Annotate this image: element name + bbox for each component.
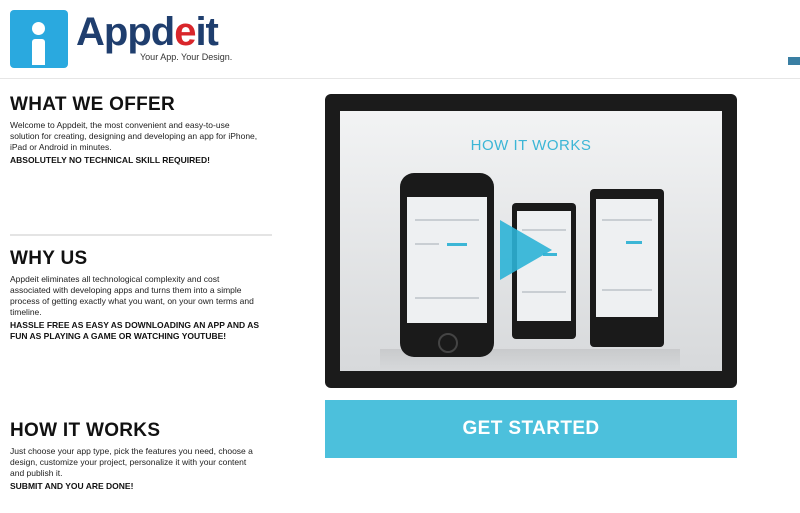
video-player[interactable]: HOW IT WORKS (325, 94, 737, 388)
section-highlight: HASSLE FREE AS EASY AS DOWNLOADING AN AP… (10, 320, 260, 341)
section-highlight: SUBMIT AND YOU ARE DONE! (10, 481, 134, 491)
appdeit-logo[interactable]: Appdeit Your App. Your Design. (8, 6, 248, 70)
section-body: Appdeit eliminates all technological com… (10, 274, 254, 317)
section-title: HOW IT WORKS (10, 420, 161, 441)
person-icon (10, 10, 68, 68)
site-header: Appdeit Your App. Your Design. (0, 0, 800, 80)
section-title: WHY US (10, 248, 88, 269)
phone-image (400, 173, 494, 357)
video-title: HOW IT WORKS (470, 137, 592, 154)
logo-tagline: Your App. Your Design. (140, 52, 233, 62)
logo-wordmark: Appdeit (76, 10, 219, 54)
play-icon[interactable] (500, 220, 552, 280)
header-divider (0, 78, 800, 79)
video-frame: HOW IT WORKS (340, 111, 722, 371)
section-title: WHAT WE OFFER (10, 94, 176, 115)
section-how-it-works: HOW IT WORKS Just choose your app type, … (10, 420, 260, 492)
section-why-us: WHY US Appdeit eliminates all technologi… (10, 248, 260, 342)
section-divider (10, 234, 272, 236)
header-corner-button[interactable] (788, 57, 800, 65)
tablet-image (590, 189, 664, 347)
get-started-button[interactable]: GET STARTED (325, 400, 737, 458)
section-highlight: ABSOLUTELY NO TECHNICAL SKILL REQUIRED! (10, 155, 210, 165)
section-body: Welcome to Appdeit, the most convenient … (10, 120, 258, 152)
section-body: Just choose your app type, pick the feat… (10, 446, 253, 478)
section-what-we-offer: WHAT WE OFFER Welcome to Appdeit, the mo… (10, 94, 260, 166)
